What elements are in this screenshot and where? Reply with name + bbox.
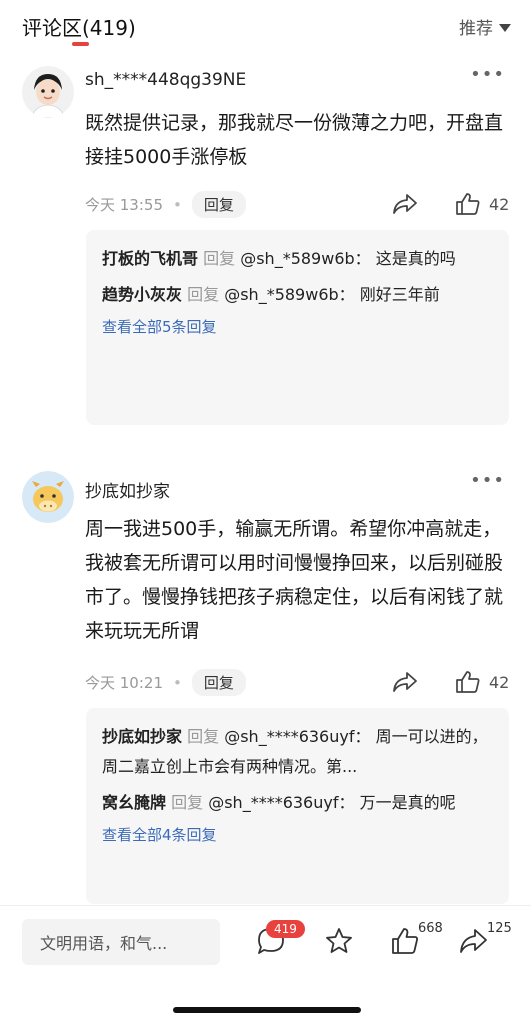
share-icon[interactable] [392,192,418,216]
reply-word: 回复 [171,793,204,812]
separator-dot: • [173,673,182,692]
thumbs-up-icon [456,193,480,215]
comment-count-badge: 419 [266,920,305,938]
reply-button[interactable]: 回复 [191,191,246,218]
separator-dot: • [173,195,182,214]
sort-dropdown[interactable]: 推荐 [459,14,511,39]
caret-down-icon [499,23,511,32]
comment-content: 既然提供记录，那我就尽一份微薄之力吧，开盘直接挂5000手涨停板 [85,112,504,168]
view-all-replies-link[interactable]: 查看全部5条回复 [102,316,493,337]
share-icon[interactable] [392,670,418,694]
reply-button[interactable]: 回复 [191,669,246,696]
share-icon[interactable] [458,926,488,956]
reply-thread: 抄底如抄家 回复 @sh_****636uyf： 周一可以进的，周二嘉立创上市会… [86,708,509,904]
reply-word: 回复 [187,727,220,746]
reply-text: 刚好三年前 [359,285,440,304]
reply-author[interactable]: 窝幺腌牌 [102,793,166,812]
like-count: 42 [489,672,510,692]
comment-time: 今天 10:21 [85,674,163,692]
reply-author[interactable]: 抄底如抄家 [102,727,182,746]
bottom-action-bar: 文明用语，和气... 419 668 125 [0,906,531,1024]
comment-input-placeholder: 文明用语，和气... [40,934,168,953]
comments-header: 评论区(419) 推荐 [0,0,531,52]
reply-item[interactable]: 抄底如抄家 回复 @sh_****636uyf： 周一可以进的，周二嘉立创上市会… [102,722,493,782]
like-button[interactable]: 42 [455,192,509,216]
reply-target[interactable]: @sh_****636uyf： [208,793,354,812]
more-options-icon[interactable]: ••• [470,470,505,491]
reply-thread: 打板的飞机哥 回复 @sh_*589w6b： 这是真的吗 趋势小灰灰 回复 @s… [86,230,509,425]
comment-time: 今天 13:55 [85,196,163,214]
avatar[interactable] [22,66,74,118]
thumbs-up-icon[interactable] [390,926,420,956]
share-total-count: 125 [487,921,512,936]
reply-target[interactable]: @sh_*589w6b： [224,285,354,304]
comment-username[interactable]: sh_****448qg39NE [85,70,246,90]
thumbs-up-icon [456,671,480,693]
comment-input[interactable]: 文明用语，和气... [22,919,220,965]
reply-item[interactable]: 窝幺腌牌 回复 @sh_****636uyf： 万一是真的呢 [102,788,493,818]
reply-word: 回复 [203,249,236,268]
reply-author[interactable]: 打板的飞机哥 [102,249,198,268]
like-total-count: 668 [418,921,443,936]
like-button[interactable]: 42 [455,670,509,694]
star-icon[interactable] [324,926,354,956]
comment-content: 周一我进500手，输赢无所谓。希望你冲高就走，我被套无所谓可以用时间慢慢挣回来，… [85,518,504,642]
reply-item[interactable]: 趋势小灰灰 回复 @sh_*589w6b： 刚好三年前 [102,280,493,310]
reply-item[interactable]: 打板的飞机哥 回复 @sh_*589w6b： 这是真的吗 [102,244,493,274]
reply-author[interactable]: 趋势小灰灰 [102,285,182,304]
title-underline [72,42,89,46]
comment-meta: 今天 13:55 • 回复 [85,191,246,218]
comment-username[interactable]: 抄底如抄家 [85,477,170,502]
reply-target[interactable]: @sh_*589w6b： [240,249,370,268]
reply-word: 回复 [187,285,220,304]
reply-target[interactable]: @sh_****636uyf： [224,727,370,746]
comment-meta: 今天 10:21 • 回复 [85,669,246,696]
comments-title: 评论区(419) [22,16,136,40]
reply-text: 这是真的吗 [375,249,456,268]
reply-text: 万一是真的呢 [359,793,456,812]
sort-label: 推荐 [459,19,493,39]
like-count: 42 [489,194,510,214]
avatar[interactable] [22,471,74,523]
more-options-icon[interactable]: ••• [470,64,505,85]
view-all-replies-link[interactable]: 查看全部4条回复 [102,824,493,845]
home-indicator[interactable] [173,1007,361,1013]
